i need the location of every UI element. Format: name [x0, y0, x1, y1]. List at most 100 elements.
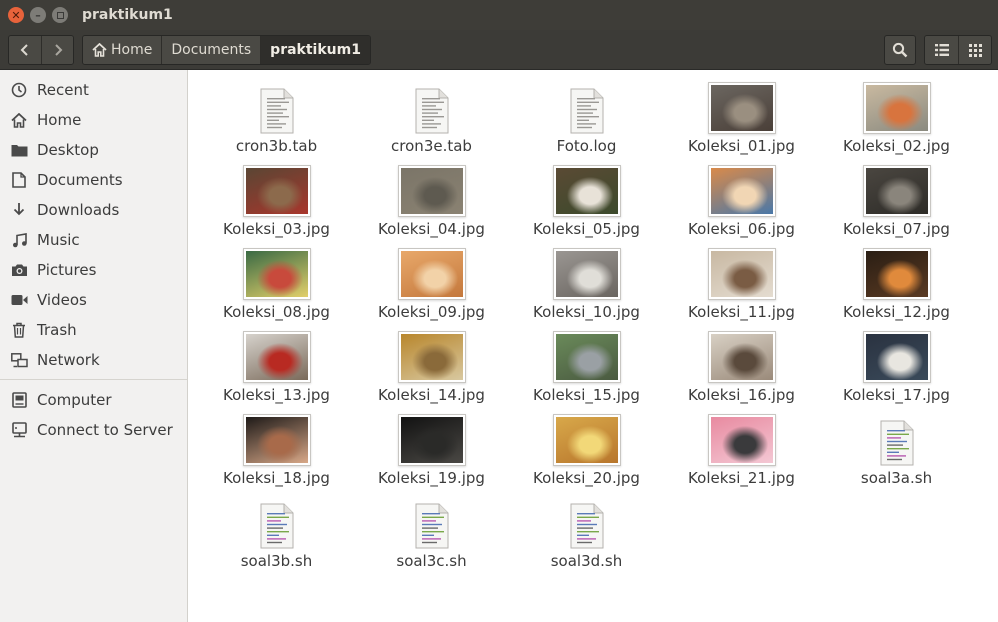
title-bar: ✕ – praktikum1: [0, 0, 998, 30]
breadcrumb: Home Documents praktikum1: [82, 35, 371, 65]
thumbnail-image: [400, 251, 463, 297]
sidebar-item-music[interactable]: Music: [0, 225, 187, 255]
list-view-button[interactable]: [925, 36, 958, 64]
image-thumbnail: [509, 327, 664, 383]
thumbnail-frame: [862, 331, 931, 383]
close-icon: ✕: [11, 8, 21, 22]
script-file-icon: [354, 493, 509, 549]
sidebar-item-connect-to-server[interactable]: Connect to Server: [0, 415, 187, 445]
image-thumbnail: [664, 244, 819, 300]
file-item[interactable]: Koleksi_20.jpg: [509, 410, 664, 487]
search-icon: [892, 42, 908, 58]
sidebar-item-videos[interactable]: Videos: [0, 285, 187, 315]
breadcrumb-label: Documents: [171, 42, 252, 58]
list-icon: [934, 44, 949, 56]
file-item[interactable]: Koleksi_12.jpg: [819, 244, 974, 321]
image-thumbnail: [664, 78, 819, 134]
sidebar-item-pictures[interactable]: Pictures: [0, 255, 187, 285]
file-item[interactable]: Koleksi_05.jpg: [509, 161, 664, 238]
file-name: Koleksi_13.jpg: [223, 386, 330, 404]
back-button[interactable]: [9, 36, 41, 64]
image-thumbnail: [664, 327, 819, 383]
file-item[interactable]: soal3d.sh: [509, 493, 664, 570]
image-thumbnail: [199, 410, 354, 466]
thumbnail-image: [245, 168, 308, 214]
maximize-window-button[interactable]: [52, 7, 68, 23]
thumbnail-image: [865, 168, 928, 214]
file-name: Koleksi_16.jpg: [688, 386, 795, 404]
sidebar-item-trash[interactable]: Trash: [0, 315, 187, 345]
music-icon: [10, 231, 28, 249]
sidebar-item-computer[interactable]: Computer: [0, 385, 187, 415]
thumbnail-image: [710, 417, 773, 463]
close-window-button[interactable]: ✕: [8, 7, 24, 23]
sidebar-item-desktop[interactable]: Desktop: [0, 135, 187, 165]
file-name: Koleksi_15.jpg: [533, 386, 640, 404]
file-item[interactable]: Koleksi_11.jpg: [664, 244, 819, 321]
header-bar: Home Documents praktikum1: [0, 30, 998, 70]
file-name: Koleksi_01.jpg: [688, 137, 795, 155]
file-item[interactable]: cron3b.tab: [199, 78, 354, 155]
file-item[interactable]: Koleksi_13.jpg: [199, 327, 354, 404]
sidebar-item-downloads[interactable]: Downloads: [0, 195, 187, 225]
file-item[interactable]: Koleksi_09.jpg: [354, 244, 509, 321]
sidebar-item-label: Music: [37, 231, 80, 249]
file-item[interactable]: Koleksi_07.jpg: [819, 161, 974, 238]
file-item[interactable]: Koleksi_01.jpg: [664, 78, 819, 155]
file-item[interactable]: Koleksi_04.jpg: [354, 161, 509, 238]
history-nav: [8, 35, 74, 65]
file-name: Koleksi_07.jpg: [843, 220, 950, 238]
file-name: Koleksi_04.jpg: [378, 220, 485, 238]
file-item[interactable]: Koleksi_06.jpg: [664, 161, 819, 238]
file-item[interactable]: Koleksi_02.jpg: [819, 78, 974, 155]
sidebar-item-network[interactable]: Network: [0, 345, 187, 375]
file-item[interactable]: Foto.log: [509, 78, 664, 155]
sidebar-item-home[interactable]: Home: [0, 105, 187, 135]
file-item[interactable]: Koleksi_10.jpg: [509, 244, 664, 321]
breadcrumb-documents[interactable]: Documents: [161, 36, 261, 64]
image-thumbnail: [509, 161, 664, 217]
sidebar-item-label: Trash: [37, 321, 77, 339]
file-item[interactable]: Koleksi_08.jpg: [199, 244, 354, 321]
image-thumbnail: [199, 161, 354, 217]
thumbnail-image: [400, 417, 463, 463]
file-item[interactable]: Koleksi_18.jpg: [199, 410, 354, 487]
thumbnail-frame: [242, 331, 311, 383]
file-item[interactable]: Koleksi_16.jpg: [664, 327, 819, 404]
file-item[interactable]: cron3e.tab: [354, 78, 509, 155]
breadcrumb-current[interactable]: praktikum1: [260, 36, 370, 64]
file-item[interactable]: soal3c.sh: [354, 493, 509, 570]
breadcrumb-home[interactable]: Home: [83, 36, 162, 64]
file-name: Koleksi_12.jpg: [843, 303, 950, 321]
sidebar-item-recent[interactable]: Recent: [0, 75, 187, 105]
image-thumbnail: [819, 327, 974, 383]
camera-icon: [10, 261, 28, 279]
sidebar-item-label: Home: [37, 111, 82, 129]
grid-view-button[interactable]: [958, 36, 991, 64]
file-item[interactable]: Koleksi_15.jpg: [509, 327, 664, 404]
minimize-window-button[interactable]: –: [30, 7, 46, 23]
thumbnail-image: [555, 168, 618, 214]
forward-button[interactable]: [41, 36, 73, 64]
computer-icon: [10, 391, 28, 409]
thumbnail-frame: [862, 165, 931, 217]
file-item[interactable]: Koleksi_19.jpg: [354, 410, 509, 487]
trash-icon: [10, 321, 28, 339]
file-item[interactable]: Koleksi_17.jpg: [819, 327, 974, 404]
file-name: Koleksi_21.jpg: [688, 469, 795, 487]
maximize-icon: [56, 11, 64, 19]
thumbnail-frame: [552, 331, 621, 383]
file-item[interactable]: Koleksi_03.jpg: [199, 161, 354, 238]
file-name: Koleksi_17.jpg: [843, 386, 950, 404]
sidebar-item-documents[interactable]: Documents: [0, 165, 187, 195]
file-item[interactable]: Koleksi_14.jpg: [354, 327, 509, 404]
chevron-left-icon: [20, 44, 28, 56]
sidebar-item-label: Videos: [37, 291, 87, 309]
thumbnail-image: [400, 168, 463, 214]
search-button[interactable]: [884, 35, 916, 65]
file-item[interactable]: soal3b.sh: [199, 493, 354, 570]
file-item[interactable]: soal3a.sh: [819, 410, 974, 487]
thumbnail-frame: [862, 82, 931, 134]
breadcrumb-label: praktikum1: [270, 42, 361, 58]
file-item[interactable]: Koleksi_21.jpg: [664, 410, 819, 487]
